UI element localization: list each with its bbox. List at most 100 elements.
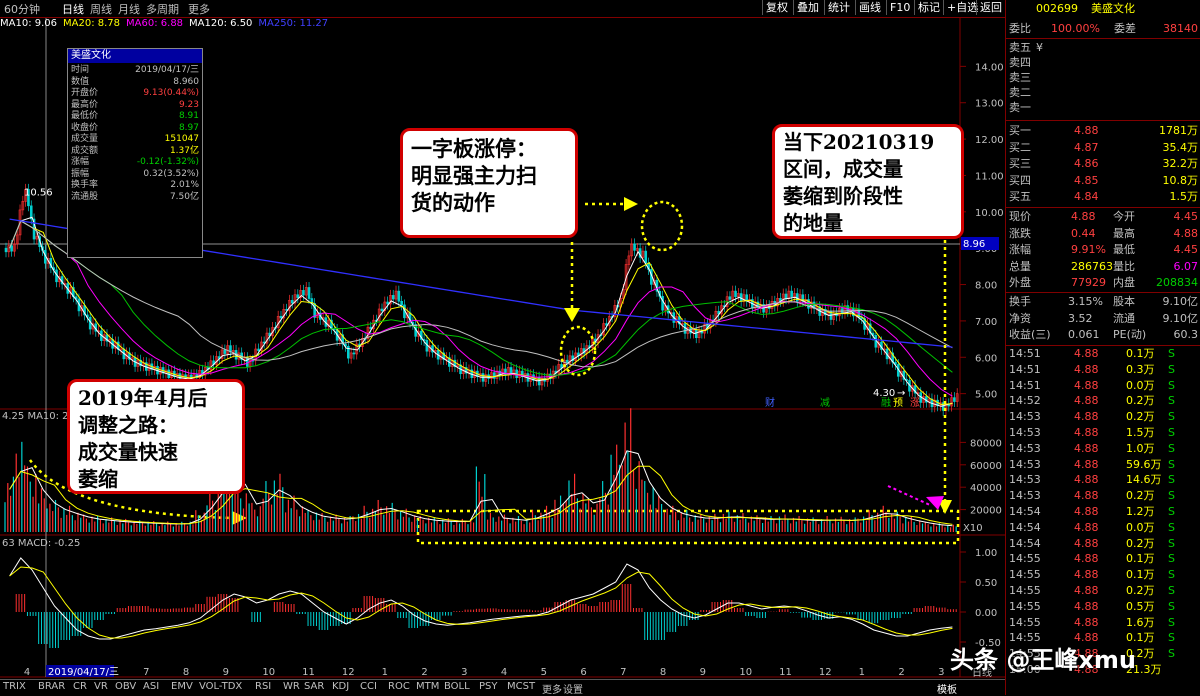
indicator-tab[interactable]: PSY xyxy=(479,681,498,692)
stat-row: 总量 286763 量比 6.07 xyxy=(1006,259,1200,275)
date-axis-tick: 12 xyxy=(819,667,832,678)
sell-label: 卖四 xyxy=(1009,56,1031,69)
toolbar-button[interactable]: 标记 xyxy=(914,0,943,15)
indicator-tab[interactable]: RSI xyxy=(255,681,271,692)
tick-time: 14:55 xyxy=(1009,584,1041,597)
tick-price: 4.88 xyxy=(1074,489,1099,503)
sell-row: 卖一 xyxy=(1006,100,1200,116)
macd-axis-tick: 0.50 xyxy=(975,578,997,589)
macd-header: 63 MACD: -0.25 xyxy=(2,538,80,549)
data-window-key: 振幅 xyxy=(71,168,90,179)
period-tab[interactable]: 更多 xyxy=(188,1,210,17)
indicator-tab[interactable]: ASI xyxy=(143,681,159,692)
tick-time: 14:54 xyxy=(1009,520,1041,534)
volume-axis-tick: 40000 xyxy=(970,483,1002,494)
data-window-key: 最高价 xyxy=(71,99,99,110)
weibi-value: 100.00% xyxy=(1051,22,1100,35)
data-window-value: -0.12(-1.32%) xyxy=(136,157,199,167)
candle-body xyxy=(296,294,300,298)
macd-dif-line xyxy=(9,557,953,640)
sell-row: 卖三 xyxy=(1006,70,1200,86)
tick-price: 4.88 xyxy=(1074,394,1099,408)
data-window-value: 0.32(3.52%) xyxy=(143,168,199,179)
trade-tick-row: 14:54 4.88 0.0万 S xyxy=(1006,520,1200,535)
divider xyxy=(1006,38,1200,39)
data-window-value: 9.23 xyxy=(178,99,199,110)
indicator-tab[interactable]: CCI xyxy=(360,681,377,692)
data-window-value: 8.960 xyxy=(173,76,199,87)
indicator-tab[interactable]: ROC xyxy=(388,681,410,692)
indicator-tab[interactable]: WR xyxy=(283,681,300,692)
indicator-tab[interactable]: 更多 xyxy=(542,681,562,696)
price-axis-tick: 13.00 xyxy=(975,99,1004,110)
toolbar-button[interactable]: 返回 xyxy=(976,0,1005,15)
tick-price: 4.88 xyxy=(1074,568,1099,582)
buy-label: 买四 xyxy=(1009,173,1031,187)
tick-side: S xyxy=(1168,584,1175,597)
fin-row: 收益(三) 0.061 PE(动) 60.3 xyxy=(1006,327,1200,343)
tick-side: S xyxy=(1168,505,1175,518)
toolbar-button[interactable]: 叠加 xyxy=(793,0,822,15)
tick-side: S xyxy=(1168,489,1175,503)
stat-key2: 最低 xyxy=(1113,243,1135,256)
data-window-value: 2.01% xyxy=(170,180,199,190)
period-tab[interactable]: 月线 xyxy=(118,1,140,17)
indicator-tab[interactable]: CR xyxy=(73,681,87,692)
arrow-head xyxy=(624,197,638,211)
indicator-tab[interactable]: MTM xyxy=(416,681,439,692)
period-tab[interactable]: 日线 xyxy=(62,1,84,17)
ma-legend-item: MA20: 8.78 xyxy=(63,18,121,29)
indicator-tab[interactable]: EMV xyxy=(171,681,193,692)
buy-price: 4.87 xyxy=(1074,140,1099,154)
volume-axis-tick: 60000 xyxy=(970,461,1002,472)
quote-panel: 002699 美盛文化 委比 100.00% 委差 38140 卖五 卖四 卖三 卖二 卖一 ¥ 买一 4… xyxy=(1005,0,1200,695)
buy-row: 买一 4.88 1781万 xyxy=(1006,123,1200,139)
tick-time: 14:52 xyxy=(1009,394,1041,408)
indicator-tab[interactable]: SAR xyxy=(304,681,324,692)
indicator-tab[interactable]: MCST xyxy=(507,681,535,692)
indicator-tab[interactable]: 设置 xyxy=(563,681,583,696)
cursor-price-label: 8.96 xyxy=(963,239,985,250)
fin-value: 3.15% xyxy=(1068,295,1103,308)
indicator-tab[interactable]: BOLL xyxy=(444,681,470,692)
callout-current-volume: 当下20210319 区间，成交量 萎缩到阶段性 的地量 xyxy=(772,124,964,239)
tick-volume: 0.0万 xyxy=(1126,520,1155,534)
toolbar-button[interactable]: 统计 xyxy=(824,0,853,15)
indicator-tab[interactable]: TRIX xyxy=(3,681,26,692)
candle-body xyxy=(633,243,636,251)
trade-tick-row: 14:53 4.88 1.5万 S xyxy=(1006,425,1200,440)
price-axis-tick: 5.00 xyxy=(975,390,997,401)
indicator-tabs: TRIX BRAR CR VR OBV ASI EMV VOL-TDX RSI WR SAR KDJ C… xyxy=(0,679,1005,696)
divider xyxy=(1006,292,1200,293)
data-window-title: 美盛文化 xyxy=(68,49,202,63)
indicator-tab[interactable]: VOL-TDX xyxy=(199,681,242,692)
tick-side: S xyxy=(1168,536,1175,550)
indicator-tab[interactable]: OBV xyxy=(115,681,136,692)
candle-body xyxy=(352,352,356,355)
buy-row: 买二 4.87 35.4万 xyxy=(1006,140,1200,156)
indicator-tab[interactable]: VR xyxy=(94,681,108,692)
period-tab[interactable]: 周线 xyxy=(90,1,112,17)
callout-line: 货的动作 xyxy=(411,190,495,215)
candle-body xyxy=(397,290,401,302)
toolbar-button[interactable]: 画线 xyxy=(855,0,884,15)
candle-body xyxy=(279,315,283,319)
indicator-tab[interactable]: KDJ xyxy=(332,681,349,692)
stat-value: 77929 xyxy=(1071,276,1106,289)
period-tab[interactable]: 多周期 xyxy=(146,1,179,17)
price-axis-tick: 10.00 xyxy=(975,208,1004,219)
data-window-row: 开盘价 9.13(0.44%) xyxy=(71,88,199,100)
toolbar-button[interactable]: 复权 xyxy=(762,0,791,15)
tick-volume: 0.2万 xyxy=(1126,489,1155,503)
data-window-key: 开盘价 xyxy=(71,88,99,98)
date-cursor-label: 2019/04/17/三 xyxy=(48,667,119,678)
ma-legend-item: MA120: 6.50 xyxy=(189,18,253,29)
period-tab[interactable]: 60分钟 xyxy=(4,1,40,17)
candle-body xyxy=(257,348,260,351)
indicator-tab[interactable]: BRAR xyxy=(38,681,65,692)
template-button[interactable]: 模板 xyxy=(937,681,957,696)
toolbar-button[interactable]: F10 xyxy=(886,0,913,15)
buy-label: 买一 xyxy=(1009,124,1031,137)
tick-side: S xyxy=(1168,362,1175,376)
sell-label: 卖五 xyxy=(1009,41,1031,54)
